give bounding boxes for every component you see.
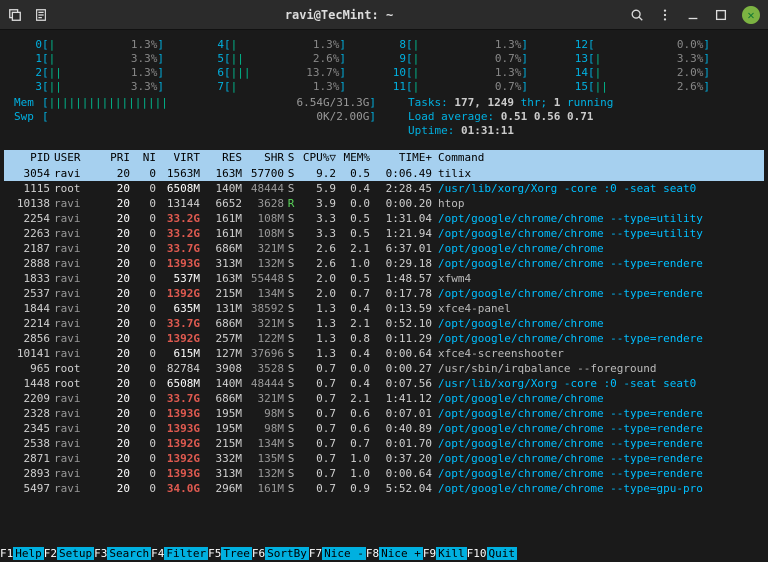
fn-f10[interactable]: F10Quit [467, 546, 517, 562]
menu-icon[interactable] [658, 8, 672, 22]
table-row[interactable]: 2214ravi20033.7G686M321MS1.32.10:52.10/o… [4, 316, 764, 331]
table-row[interactable]: 1844ravi200635M131M38592S1.30.40:13.59xf… [4, 301, 764, 316]
col-res[interactable]: RES [200, 150, 242, 166]
footer-bar: F1HelpF2Setup F3SearchF4FilterF5Tree F6S… [0, 546, 768, 562]
cpu-meter-15: 15[||2.6%] [560, 80, 710, 94]
table-row[interactable]: 2871ravi2001392G332M135MS0.71.00:37.20/o… [4, 451, 764, 466]
fn-f8[interactable]: F8Nice + [366, 546, 423, 562]
cpu-meter-11: 11[|0.7%] [378, 80, 528, 94]
cpu-meter-8: 8[|1.3%] [378, 38, 528, 52]
system-info: Tasks: 177, 1249 thr; 1 running Load ave… [408, 96, 613, 138]
cpu-meter-3: 3[||3.3%] [14, 80, 164, 94]
profile-icon[interactable] [34, 8, 48, 22]
table-row[interactable]: 2345ravi2001393G195M98MS0.70.60:40.89/op… [4, 421, 764, 436]
col-mem[interactable]: MEM% [336, 150, 370, 166]
col-pid[interactable]: PID [6, 150, 50, 166]
cpu-meter-13: 13[|3.3%] [560, 52, 710, 66]
search-icon[interactable] [630, 8, 644, 22]
cpu-meter-5: 5[||2.6%] [196, 52, 346, 66]
table-row[interactable]: 2856ravi2001392G257M122MS1.30.80:11.29/o… [4, 331, 764, 346]
col-time[interactable]: TIME+ [370, 150, 432, 166]
table-row[interactable]: 10138ravi2001314466523628R3.90.00:00.20h… [4, 196, 764, 211]
table-row[interactable]: 1833ravi200537M163M55448S2.00.51:48.57xf… [4, 271, 764, 286]
col-shr[interactable]: SHR [242, 150, 284, 166]
col-ni[interactable]: NI [130, 150, 156, 166]
cpu-meter-2: 2[||1.3%] [14, 66, 164, 80]
cpu-meter-14: 14[|2.0%] [560, 66, 710, 80]
cpu-meters: 0[|1.3%]1[|3.3%]2[||1.3%]3[||3.3%] 4[|1.3… [14, 38, 754, 94]
fn-f1[interactable]: F1Help [0, 546, 44, 562]
cpu-meter-1: 1[|3.3%] [14, 52, 164, 66]
fn-f7[interactable]: F7Nice - [309, 546, 366, 562]
table-row[interactable]: 2263ravi20033.2G161M108MS3.30.51:21.94/o… [4, 226, 764, 241]
table-row[interactable]: 2187ravi20033.7G686M321MS2.62.16:37.01/o… [4, 241, 764, 256]
col-command[interactable]: Command [432, 150, 762, 166]
table-row[interactable]: 5497ravi20034.0G296M161MS0.70.95:52.04/o… [4, 481, 764, 496]
window-title: ravi@TecMint: ~ [48, 8, 630, 22]
column-header[interactable]: PID USER PRI NI VIRT RES SHR S CPU%▽ MEM… [4, 150, 764, 166]
maximize-icon[interactable] [714, 8, 728, 22]
col-pri[interactable]: PRI [100, 150, 130, 166]
minimize-icon[interactable] [686, 8, 700, 22]
cpu-meter-7: 7[|1.3%] [196, 80, 346, 94]
titlebar: ravi@TecMint: ~ ✕ [0, 0, 768, 30]
col-cpu[interactable]: CPU%▽ [298, 150, 336, 166]
table-row[interactable]: 1448root2006508M140M48444S0.70.40:07.56/… [4, 376, 764, 391]
close-icon[interactable]: ✕ [742, 6, 760, 24]
terminal-body[interactable]: 0[|1.3%]1[|3.3%]2[||1.3%]3[||3.3%] 4[|1.3… [0, 30, 768, 496]
fn-f5[interactable]: F5Tree [208, 546, 252, 562]
cpu-meter-10: 10[|1.3%] [378, 66, 528, 80]
cpu-meter-12: 12[0.0%] [560, 38, 710, 52]
table-row[interactable]: 10141ravi200615M127M37696S1.30.40:00.64x… [4, 346, 764, 361]
fn-f9[interactable]: F9Kill [423, 546, 467, 562]
col-user[interactable]: USER [50, 150, 100, 166]
table-row[interactable]: 3054ravi2001563M163M57700S9.20.50:06.49t… [4, 166, 764, 181]
cpu-meter-4: 4[|1.3%] [196, 38, 346, 52]
table-row[interactable]: 965root2008278439083528S0.70.00:00.27/us… [4, 361, 764, 376]
mem-meter: Mem[||||||||||||||||||6.54G/31.3G] [14, 96, 376, 110]
col-s[interactable]: S [284, 150, 298, 166]
fn-f3[interactable]: F3Search [94, 546, 151, 562]
fn-f6[interactable]: F6SortBy [252, 546, 309, 562]
col-virt[interactable]: VIRT [156, 150, 200, 166]
table-row[interactable]: 2537ravi2001392G215M134MS2.00.70:17.78/o… [4, 286, 764, 301]
table-row[interactable]: 2328ravi2001393G195M98MS0.70.60:07.01/op… [4, 406, 764, 421]
fn-f4[interactable]: F4Filter [151, 546, 208, 562]
swp-meter: Swp[0K/2.00G] [14, 110, 376, 124]
table-row[interactable]: 1115root2006508M140M48444S5.90.42:28.45/… [4, 181, 764, 196]
table-row[interactable]: 2888ravi2001393G313M132MS2.61.00:29.18/o… [4, 256, 764, 271]
process-list[interactable]: 3054ravi2001563M163M57700S9.20.50:06.49t… [4, 166, 764, 496]
table-row[interactable]: 2209ravi20033.7G686M321MS0.72.11:41.12/o… [4, 391, 764, 406]
cpu-meter-6: 6[|||13.7%] [196, 66, 346, 80]
table-row[interactable]: 2254ravi20033.2G161M108MS3.30.51:31.04/o… [4, 211, 764, 226]
table-row[interactable]: 2893ravi2001393G313M132MS0.71.00:00.64/o… [4, 466, 764, 481]
table-row[interactable]: 2538ravi2001392G215M134MS0.70.70:01.70/o… [4, 436, 764, 451]
cpu-meter-0: 0[|1.3%] [14, 38, 164, 52]
cpu-meter-9: 9[|0.7%] [378, 52, 528, 66]
new-tab-icon[interactable] [8, 8, 22, 22]
fn-f2[interactable]: F2Setup [44, 546, 94, 562]
